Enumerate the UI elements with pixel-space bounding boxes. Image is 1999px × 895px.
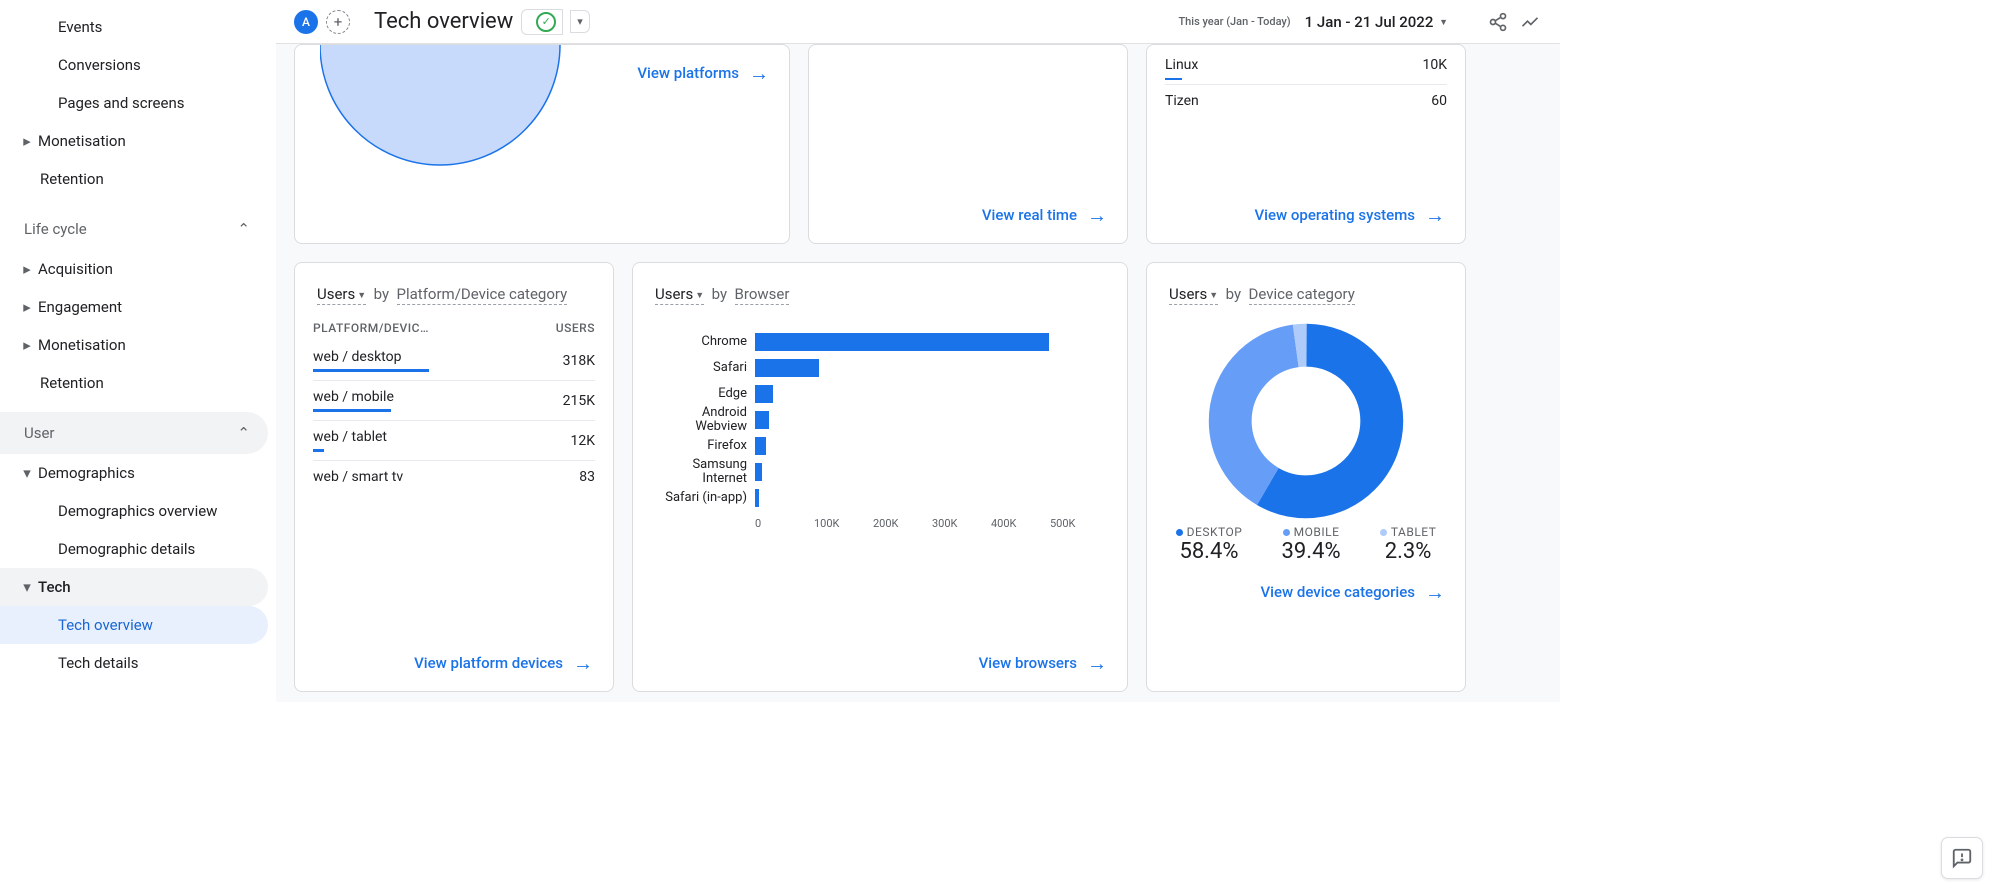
nav-tech-overview[interactable]: Tech overview: [0, 606, 268, 644]
sidebar: Events Conversions Pages and screens ▸Mo…: [0, 0, 276, 702]
nav-engagement[interactable]: ▸Engagement: [0, 288, 276, 326]
add-comparison-button[interactable]: +: [326, 10, 350, 34]
nav-retention-1[interactable]: Retention: [0, 160, 276, 198]
segment-avatar[interactable]: A: [294, 10, 318, 34]
nav-tech[interactable]: ▾Tech: [0, 568, 268, 606]
chevron-up-icon: ⌃: [237, 424, 250, 442]
donut-legend: DESKTOP 58.4% MOBILE 39.4% TABLET 2.3%: [1147, 525, 1465, 564]
bar-row: Safari (in-app): [651, 485, 1109, 511]
nav-conversions[interactable]: Conversions: [0, 46, 276, 84]
os-row: Tizen60: [1147, 91, 1465, 111]
date-range-picker[interactable]: 1 Jan - 21 Jul 2022 ▼: [1305, 13, 1448, 31]
dimension-selector[interactable]: Device category: [1249, 285, 1355, 305]
chart-axis: 0100K200K300K400K500K: [755, 517, 1109, 530]
legend-item: MOBILE 39.4%: [1282, 525, 1341, 564]
dimension-selector[interactable]: Platform/Device category: [397, 285, 568, 305]
arrow-right-icon: →: [1425, 580, 1445, 605]
view-device-categories-link[interactable]: View device categories→: [1261, 580, 1446, 605]
nav-pages[interactable]: Pages and screens: [0, 84, 276, 122]
nav-demographic-details[interactable]: Demographic details: [0, 530, 276, 568]
arrow-right-icon: →: [573, 651, 593, 676]
card-platforms: View platforms→: [294, 44, 790, 244]
metric-selector[interactable]: Users▼: [655, 285, 704, 305]
device-donut-chart: [1206, 321, 1406, 521]
nav-demographics[interactable]: ▾Demographics: [0, 454, 276, 492]
card-title: Users▼ by Device category: [1147, 263, 1465, 315]
chevron-up-icon: ⌃: [237, 220, 250, 238]
arrow-right-icon: →: [1087, 651, 1107, 676]
dimension-selector[interactable]: Browser: [735, 285, 790, 305]
arrow-right-icon: →: [749, 61, 769, 86]
view-realtime-link[interactable]: View real time→: [982, 203, 1107, 228]
os-row: Linux10K: [1147, 55, 1465, 75]
report-canvas: View platforms→ View real time→ Linux10K…: [276, 44, 1560, 702]
nav-monetisation-2[interactable]: ▸Monetisation: [0, 326, 276, 364]
table-row[interactable]: web / mobile215K: [313, 381, 595, 421]
card-platform-devices: Users▼ by Platform/Device category PLATF…: [294, 262, 614, 692]
browser-bar-chart: ChromeSafariEdgeAndroid WebviewFirefoxSa…: [651, 329, 1109, 511]
page-title: Tech overview: [374, 9, 513, 34]
check-icon: ✓: [536, 12, 556, 32]
arrow-right-icon: →: [1425, 203, 1445, 228]
metric-selector[interactable]: Users▼: [317, 285, 366, 305]
arrow-right-icon: →: [1087, 203, 1107, 228]
platforms-chart: [320, 44, 580, 185]
bar-row: Chrome: [651, 329, 1109, 355]
view-browsers-link[interactable]: View browsers→: [979, 651, 1107, 676]
metric-selector[interactable]: Users▼: [1169, 285, 1218, 305]
insights-icon[interactable]: [1518, 10, 1542, 34]
bar-row: Edge: [651, 381, 1109, 407]
view-os-link[interactable]: View operating systems→: [1254, 203, 1445, 228]
card-device-category: Users▼ by Device category DESKTO: [1146, 262, 1466, 692]
nav-tech-details[interactable]: Tech details: [0, 644, 276, 682]
card-title: Users▼ by Browser: [633, 263, 1127, 315]
nav-monetisation-1[interactable]: ▸Monetisation: [0, 122, 276, 160]
share-icon[interactable]: [1486, 10, 1510, 34]
bar-row: Safari: [651, 355, 1109, 381]
view-platform-devices-link[interactable]: View platform devices→: [414, 651, 593, 676]
table-row[interactable]: web / desktop318K: [313, 341, 595, 381]
view-platforms-link[interactable]: View platforms→: [637, 61, 769, 86]
nav-section-user[interactable]: User ⌃: [0, 412, 268, 454]
table-row[interactable]: web / tablet12K: [313, 421, 595, 461]
card-title: Users▼ by Platform/Device category: [295, 263, 613, 315]
nav-demographics-overview[interactable]: Demographics overview: [0, 492, 276, 530]
nav-section-lifecycle[interactable]: Life cycle ⌃: [0, 208, 268, 250]
card-browsers: Users▼ by Browser ChromeSafariEdgeAndroi…: [632, 262, 1128, 692]
bar-row: Android Webview: [651, 407, 1109, 433]
status-check[interactable]: ✓: [521, 9, 563, 35]
feedback-button[interactable]: [1941, 837, 1983, 879]
nav-events[interactable]: Events: [0, 8, 276, 46]
date-preset-label: This year (Jan - Today): [1178, 15, 1290, 28]
nav-retention-2[interactable]: Retention: [0, 364, 276, 402]
topbar: A + Tech overview ✓ ▾ This year (Jan - T…: [276, 0, 1560, 44]
feedback-icon: [1951, 847, 1973, 869]
legend-item: DESKTOP 58.4%: [1176, 525, 1243, 564]
card-realtime: View real time→: [808, 44, 1128, 244]
bar-row: Firefox: [651, 433, 1109, 459]
table-row[interactable]: web / smart tv83: [313, 461, 595, 494]
platform-device-table: PLATFORM/DEVIC…USERS web / desktop318K w…: [313, 315, 595, 493]
bar-row: Samsung Internet: [651, 459, 1109, 485]
title-dropdown[interactable]: ▾: [570, 10, 590, 33]
legend-item: TABLET 2.3%: [1380, 525, 1437, 564]
card-operating-systems: Linux10K Tizen60 View operating systems→: [1146, 44, 1466, 244]
nav-acquisition[interactable]: ▸Acquisition: [0, 250, 276, 288]
